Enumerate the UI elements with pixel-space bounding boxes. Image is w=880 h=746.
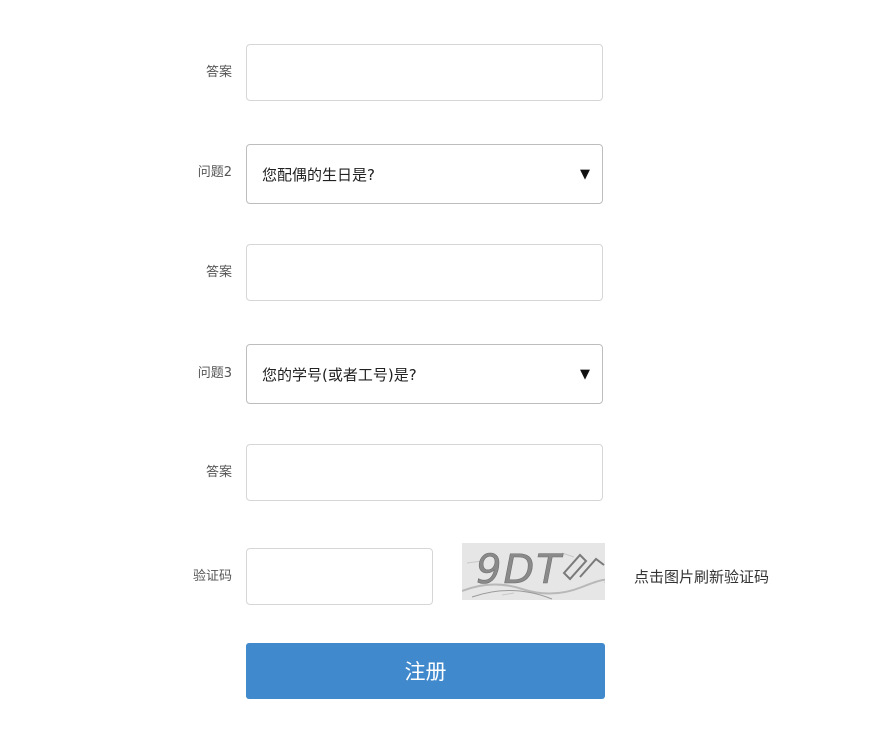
captcha-image[interactable]: 9DT [462,543,605,600]
answer1-label: 答案 [205,65,232,80]
captcha-refresh-link[interactable]: 点击图片刷新验证码 [634,568,769,586]
captcha-image-text: 9DT [476,547,564,593]
answer2-input[interactable] [246,244,603,301]
question3-label: 问题3 [197,366,232,381]
chevron-down-icon: ▼ [580,366,590,382]
question3-select[interactable]: 您的学号(或者工号)是? ▼ [246,344,603,404]
register-button[interactable]: 注册 [246,643,605,699]
question2-selected-value: 您配偶的生日是? [262,165,375,184]
answer1-input[interactable] [246,44,603,101]
chevron-down-icon: ▼ [580,166,590,182]
question2-label: 问题2 [197,165,232,180]
question3-selected-value: 您的学号(或者工号)是? [262,365,417,384]
question2-select[interactable]: 您配偶的生日是? ▼ [246,144,603,204]
answer3-input[interactable] [246,444,603,501]
captcha-input[interactable] [246,548,433,605]
answer3-label: 答案 [205,465,232,480]
captcha-label: 验证码 [192,569,232,584]
answer2-label: 答案 [205,265,232,280]
